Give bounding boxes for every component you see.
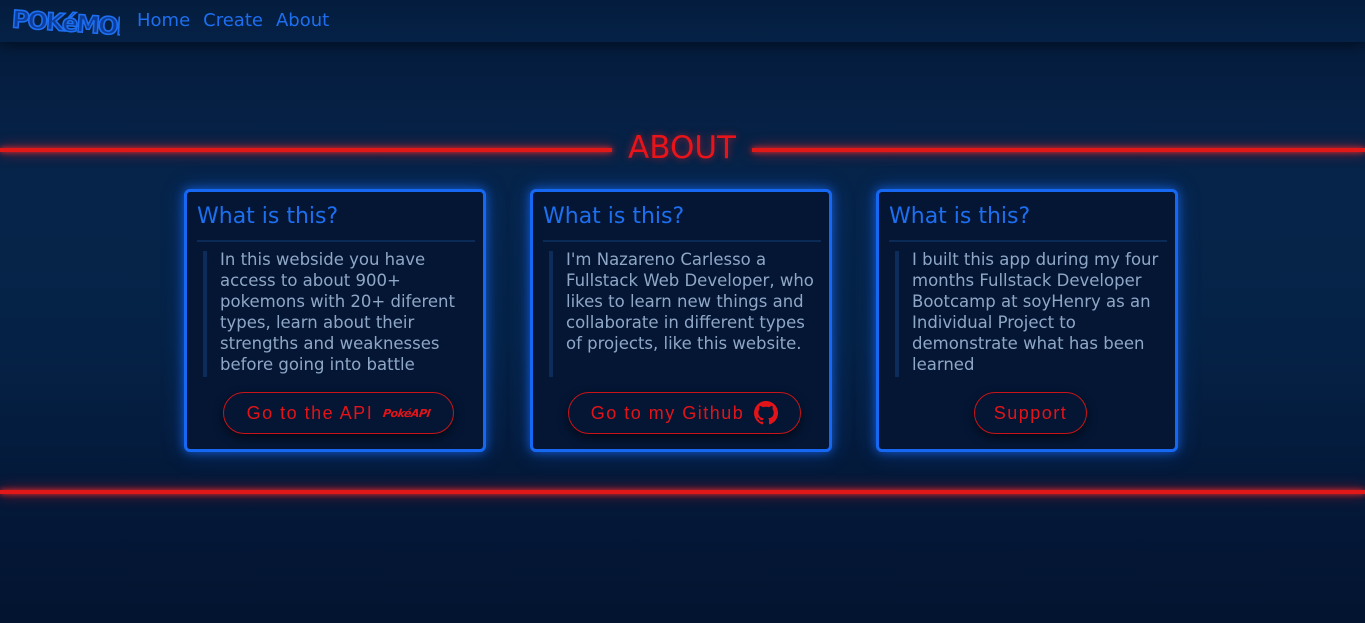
nav-link-about[interactable]: About	[276, 10, 329, 31]
card-text: I'm Nazareno Carlesso a Fullstack Web De…	[566, 250, 814, 353]
nav-link-home[interactable]: Home	[137, 10, 190, 31]
about-card-developer: What is this? I'm Nazareno Carlesso a Fu…	[530, 189, 832, 452]
go-to-github-button[interactable]: Go to my Github	[568, 392, 801, 434]
page-title: ABOUT	[628, 130, 736, 166]
card-title: What is this?	[543, 204, 685, 229]
card-title: What is this?	[197, 204, 339, 229]
top-nav: POKéMON Home Create About	[0, 0, 1365, 42]
card-divider	[889, 240, 1167, 242]
card-quote: I built this app during my four months F…	[895, 250, 1165, 377]
nav-link-create[interactable]: Create	[203, 10, 263, 31]
button-label: Go to my Github	[590, 402, 745, 423]
card-quote: I'm Nazareno Carlesso a Fullstack Web De…	[549, 250, 819, 377]
card-divider	[197, 240, 475, 242]
title-divider-right	[752, 148, 1365, 152]
go-to-api-button[interactable]: Go to the API PokéAPI	[223, 392, 454, 434]
card-quote: In this webside you have access to about…	[203, 250, 473, 377]
bottom-divider	[0, 490, 1365, 494]
github-icon	[754, 401, 779, 425]
pokemon-logo[interactable]: POKéMON	[10, 2, 120, 40]
button-label: Go to the API	[246, 402, 374, 423]
about-card-bootcamp: What is this? I built this app during my…	[876, 189, 1178, 452]
card-title: What is this?	[889, 204, 1031, 229]
title-divider-left	[0, 148, 612, 152]
pokeapi-logo-icon: PokéAPI	[382, 406, 432, 420]
nav-links: Home Create About	[137, 10, 329, 31]
about-card-api: What is this? In this webside you have a…	[184, 189, 486, 452]
svg-text:POKéMON: POKéMON	[11, 5, 120, 40]
card-divider	[543, 240, 821, 242]
button-label: Support	[993, 402, 1068, 423]
card-text: I built this app during my four months F…	[912, 250, 1159, 374]
support-button[interactable]: Support	[974, 392, 1087, 434]
card-text: In this webside you have access to about…	[220, 250, 455, 374]
